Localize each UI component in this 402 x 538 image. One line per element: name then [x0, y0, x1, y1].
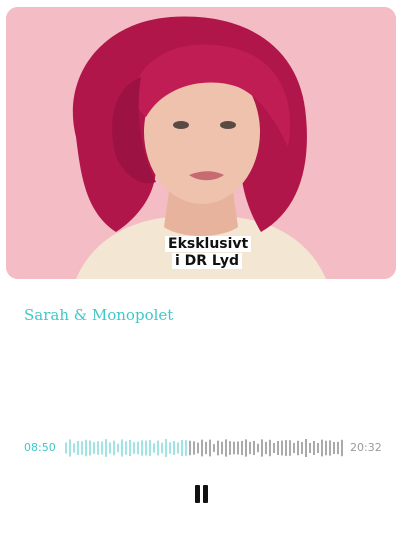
- podcast-cover: Eksklusivt i DR Lyd: [6, 7, 396, 279]
- waveform-scrubber[interactable]: [64, 436, 344, 460]
- show-title[interactable]: Sarah & Monopolet: [24, 306, 173, 324]
- elapsed-time: 08:50: [24, 441, 56, 454]
- total-duration: 20:32: [350, 441, 382, 454]
- exclusive-badge: Eksklusivt i DR Lyd: [165, 236, 252, 270]
- pause-button[interactable]: [189, 482, 213, 506]
- badge-line-2: i DR Lyd: [171, 253, 243, 269]
- badge-line-1: Eksklusivt: [165, 236, 252, 252]
